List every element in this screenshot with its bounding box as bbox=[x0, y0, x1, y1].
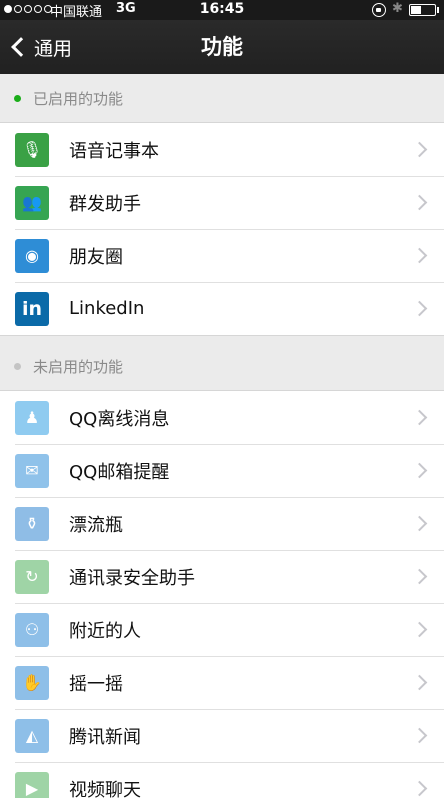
status-bar: 中国联通 3G 16:45 ✱ bbox=[0, 0, 444, 20]
feature-label: QQ邮箱提醒 bbox=[69, 461, 170, 483]
contacts-security-icon: ↻ bbox=[15, 559, 49, 594]
feature-row[interactable]: ✋ 摇一摇 bbox=[0, 656, 444, 709]
feature-label: 语音记事本 bbox=[69, 140, 159, 162]
chevron-right-icon bbox=[411, 621, 428, 638]
chevron-right-icon bbox=[411, 674, 428, 691]
status-dot-icon bbox=[14, 362, 21, 370]
section-header: 已启用的功能 bbox=[0, 74, 444, 122]
feature-row[interactable]: ⚱ 漂流瓶 bbox=[0, 497, 444, 550]
navigation-bar: 功能 通用 bbox=[0, 20, 444, 74]
section-header-label: 已启用的功能 bbox=[33, 89, 124, 108]
tencent-news-icon: ◭ bbox=[15, 718, 49, 753]
feature-label: 视频聊天 bbox=[69, 779, 141, 798]
feature-label: 群发助手 bbox=[69, 193, 141, 215]
chevron-right-icon bbox=[411, 568, 428, 585]
feature-row[interactable]: in LinkedIn bbox=[0, 282, 444, 335]
orientation-lock-icon bbox=[372, 3, 386, 17]
chevron-right-icon bbox=[411, 141, 428, 158]
voice-notepad-icon: 🎙 bbox=[15, 132, 49, 167]
shake-icon: ✋ bbox=[15, 665, 49, 700]
status-dot-icon bbox=[14, 94, 21, 102]
feature-list: 🎙 语音记事本 👥 群发助手 ◉ 朋友圈 in LinkedIn bbox=[0, 122, 444, 336]
chevron-right-icon bbox=[411, 727, 428, 744]
feature-row[interactable]: ◉ 朋友圈 bbox=[0, 229, 444, 282]
feature-row[interactable]: ♟ QQ离线消息 bbox=[0, 391, 444, 444]
chevron-right-icon bbox=[411, 780, 428, 797]
back-button[interactable]: 通用 bbox=[10, 20, 72, 74]
people-nearby-icon: ⚇ bbox=[15, 612, 49, 647]
section-header: 未启用的功能 bbox=[0, 342, 444, 390]
chevron-right-icon bbox=[411, 247, 428, 264]
section-header-label: 未启用的功能 bbox=[33, 357, 124, 376]
chevron-left-icon bbox=[11, 37, 31, 57]
video-chat-icon: ▶ bbox=[15, 771, 49, 798]
linkedin-icon: in bbox=[15, 291, 49, 326]
chevron-right-icon bbox=[411, 409, 428, 426]
feature-row[interactable]: ⚇ 附近的人 bbox=[0, 603, 444, 656]
back-button-label: 通用 bbox=[34, 37, 73, 60]
feature-label: 附近的人 bbox=[69, 620, 141, 642]
feature-row[interactable]: ◭ 腾讯新闻 bbox=[0, 709, 444, 762]
qq-mail-icon: ✉ bbox=[15, 453, 49, 488]
feature-row[interactable]: ↻ 通讯录安全助手 bbox=[0, 550, 444, 603]
moments-icon: ◉ bbox=[15, 238, 49, 273]
battery-icon bbox=[409, 4, 436, 16]
broadcast-assistant-icon: 👥 bbox=[15, 185, 49, 220]
chevron-right-icon bbox=[411, 300, 428, 317]
chevron-right-icon bbox=[411, 194, 428, 211]
feature-label: QQ离线消息 bbox=[69, 408, 170, 430]
chevron-right-icon bbox=[411, 462, 428, 479]
feature-row[interactable]: 👥 群发助手 bbox=[0, 176, 444, 229]
feature-label: 通讯录安全助手 bbox=[69, 567, 195, 589]
feature-label: 朋友圈 bbox=[69, 246, 123, 268]
feature-list: ♟ QQ离线消息 ✉ QQ邮箱提醒 ⚱ 漂流瓶 ↻ 通讯录安全助手 ⚇ 附近的人 ✋ 摇一摇 ◭ 腾讯新闻… bbox=[0, 390, 444, 798]
feature-label: 腾讯新闻 bbox=[69, 726, 141, 748]
chevron-right-icon bbox=[411, 515, 428, 532]
qq-offline-icon: ♟ bbox=[15, 400, 49, 435]
feature-label: LinkedIn bbox=[69, 298, 145, 319]
feature-row[interactable]: ▶ 视频聊天 bbox=[0, 762, 444, 798]
drift-bottle-icon: ⚱ bbox=[15, 506, 49, 541]
bluetooth-icon: ✱ bbox=[392, 1, 403, 16]
feature-row[interactable]: ✉ QQ邮箱提醒 bbox=[0, 444, 444, 497]
feature-row[interactable]: 🎙 语音记事本 bbox=[0, 123, 444, 176]
feature-label: 摇一摇 bbox=[69, 673, 123, 695]
feature-label: 漂流瓶 bbox=[69, 514, 123, 536]
